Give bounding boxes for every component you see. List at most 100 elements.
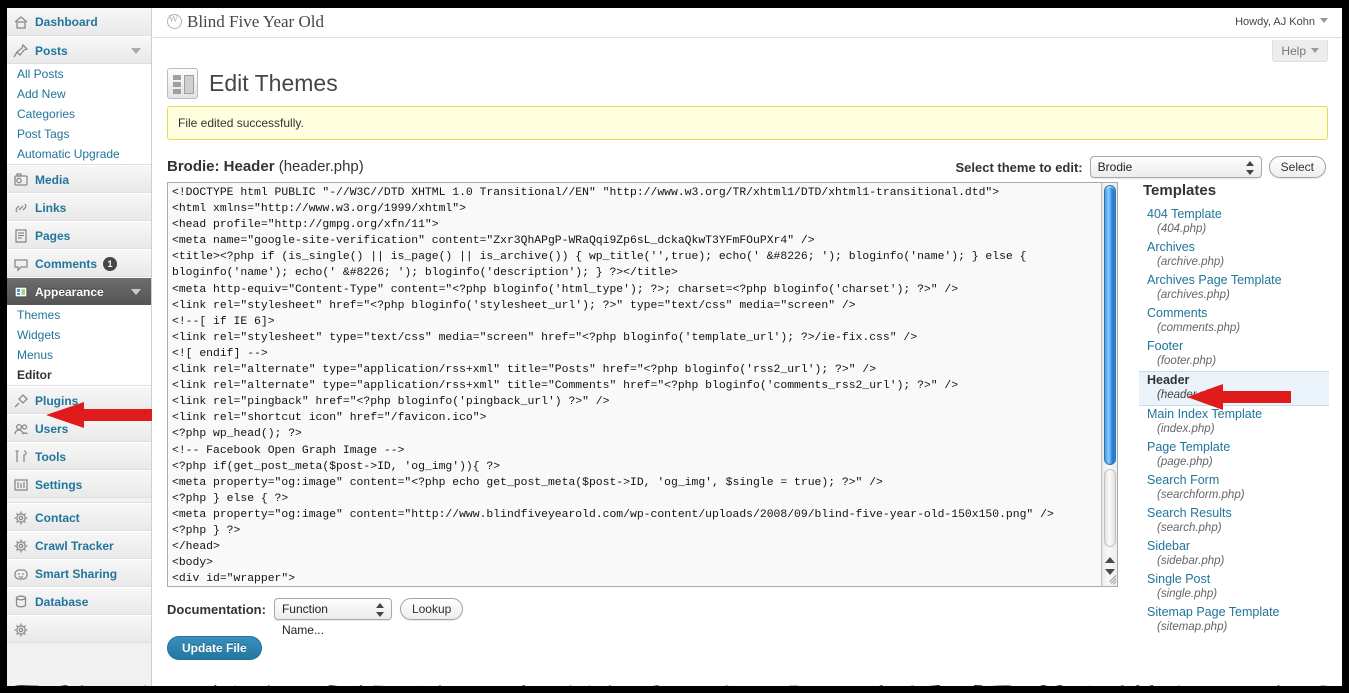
resize-grip-icon[interactable] <box>1103 572 1116 585</box>
template-file: (footer.php) <box>1147 354 1325 369</box>
sidebar-item-posts[interactable]: Posts <box>7 36 151 64</box>
wp-admin-page: Dashboard Posts All Posts Add New Categories… <box>7 8 1342 686</box>
template-item-footer[interactable]: Footer (footer.php) <box>1139 338 1329 371</box>
template-name: Single Post <box>1147 572 1325 587</box>
screenshot-frame: Dashboard Posts All Posts Add New Categories… <box>0 0 1349 693</box>
chevron-down-icon <box>131 48 141 54</box>
sidebar-item-settings[interactable]: Settings <box>7 470 151 498</box>
update-file-button[interactable]: Update File <box>167 636 262 660</box>
sidebar-item-appearance[interactable]: Appearance <box>7 277 151 305</box>
current-file-name: (header.php) <box>279 158 364 175</box>
sidebar-item-links[interactable]: Links <box>7 193 151 221</box>
sidebar-item-media[interactable]: Media <box>7 165 151 193</box>
sidebar-item-label: Settings <box>35 478 82 492</box>
template-file: (page.php) <box>1147 455 1325 470</box>
template-item-404-template[interactable]: 404 Template (404.php) <box>1139 206 1329 239</box>
template-item-main-index-template[interactable]: Main Index Template (index.php) <box>1139 406 1329 439</box>
sidebar-item-categories[interactable]: Categories <box>7 104 151 124</box>
template-item-search-results[interactable]: Search Results (search.php) <box>1139 505 1329 538</box>
template-name: Footer <box>1147 339 1325 354</box>
template-item-comments[interactable]: Comments (comments.php) <box>1139 305 1329 338</box>
scroll-up-arrow-icon[interactable] <box>1105 557 1115 563</box>
template-file: (archive.php) <box>1147 255 1325 270</box>
comment-icon <box>13 256 29 272</box>
chevron-down-icon <box>1320 18 1328 23</box>
media-icon <box>13 172 29 188</box>
template-item-single-post[interactable]: Single Post (single.php) <box>1139 571 1329 604</box>
scrollbar-track[interactable] <box>1104 469 1116 547</box>
sidebar-item-tools[interactable]: Tools <box>7 442 151 470</box>
editor-vertical-scrollbar[interactable] <box>1101 183 1117 587</box>
sidebar-item-dashboard[interactable]: Dashboard <box>7 8 151 36</box>
template-name: Page Template <box>1147 440 1325 455</box>
template-item-sitemap-page-template[interactable]: Sitemap Page Template (sitemap.php) <box>1139 604 1329 637</box>
sidebar-item-themes[interactable]: Themes <box>7 305 151 325</box>
theme-select-dropdown[interactable]: Brodie <box>1090 156 1262 178</box>
theme-select-label: Select theme to edit: <box>956 160 1083 175</box>
page-title: Edit Themes <box>167 66 1342 100</box>
code-editor-box[interactable]: <!DOCTYPE html PUBLIC "-//W3C//DTD XHTML… <box>167 182 1118 587</box>
sidebar-item-pages[interactable]: Pages <box>7 221 151 249</box>
template-file: (single.php) <box>1147 587 1325 602</box>
theme-selector-row: Select theme to edit: Brodie Select <box>956 156 1327 178</box>
template-item-archives-page-template[interactable]: Archives Page Template (archives.php) <box>1139 272 1329 305</box>
template-item-page-template[interactable]: Page Template (page.php) <box>1139 439 1329 472</box>
sidebar-item-automatic-upgrade[interactable]: Automatic Upgrade <box>7 144 151 164</box>
lookup-button[interactable]: Lookup <box>400 598 463 620</box>
template-name: Search Results <box>1147 506 1325 521</box>
plug-icon <box>13 393 29 409</box>
template-item-sidebar[interactable]: Sidebar (sidebar.php) <box>1139 538 1329 571</box>
gear-icon <box>13 622 29 638</box>
sidebar-item-all-posts[interactable]: All Posts <box>7 64 151 84</box>
chevron-down-icon <box>1311 48 1319 53</box>
sidebar-item-editor[interactable]: Editor <box>7 365 151 385</box>
sidebar-item-crawl-tracker[interactable]: Crawl Tracker <box>7 531 151 559</box>
documentation-select[interactable]: Function Name... <box>274 598 392 620</box>
sidebar-item-database[interactable]: Database <box>7 587 151 615</box>
status-message: File edited successfully. <box>167 106 1328 140</box>
template-name: Comments <box>1147 306 1325 321</box>
sidebar-item-smart-sharing[interactable]: Smart Sharing <box>7 559 151 587</box>
template-file: (archives.php) <box>1147 288 1325 303</box>
comments-count-badge: 1 <box>103 257 117 271</box>
code-editor-content[interactable]: <!DOCTYPE html PUBLIC "-//W3C//DTD XHTML… <box>172 185 1118 587</box>
dashboard-icon <box>13 14 29 30</box>
current-file-label: Brodie: Header (header.php) <box>167 158 364 175</box>
sidebar-item-add-new[interactable]: Add New <box>7 84 151 104</box>
template-name: Main Index Template <box>1147 407 1325 422</box>
sidebar-item-users[interactable]: Users <box>7 414 151 442</box>
template-name: Header <box>1147 373 1325 388</box>
sidebar-item-label: Links <box>35 201 66 215</box>
sidebar-item-label: Media <box>35 173 69 187</box>
sidebar-item-plugins[interactable]: Plugins <box>7 386 151 414</box>
sidebar-item-label: Plugins <box>35 394 78 408</box>
sidebar-item-contact[interactable]: Contact <box>7 503 151 531</box>
submenu: Themes Widgets Menus Editor <box>7 305 151 386</box>
select-theme-button[interactable]: Select <box>1269 156 1326 178</box>
template-name: Sitemap Page Template <box>1147 605 1325 620</box>
help-bar: Help <box>153 38 1342 66</box>
sidebar-item-post-tags[interactable]: Post Tags <box>7 124 151 144</box>
appearance-icon <box>13 284 29 300</box>
sidebar-item-partial[interactable] <box>7 615 151 643</box>
sidebar-item-widgets[interactable]: Widgets <box>7 325 151 345</box>
documentation-row: Documentation: Function Name... Lookup <box>167 598 463 620</box>
template-name: 404 Template <box>1147 207 1325 222</box>
template-file: (index.php) <box>1147 422 1325 437</box>
templates-heading: Templates <box>1143 182 1329 199</box>
sidebar-item-menus[interactable]: Menus <box>7 345 151 365</box>
help-button[interactable]: Help <box>1272 40 1328 62</box>
template-file: (sidebar.php) <box>1147 554 1325 569</box>
user-greeting-menu[interactable]: Howdy, AJ Kohn <box>1235 16 1328 28</box>
template-item-archives[interactable]: Archives (archive.php) <box>1139 239 1329 272</box>
sidebar-item-comments[interactable]: Comments 1 <box>7 249 151 277</box>
scrollbar-thumb[interactable] <box>1104 185 1116 465</box>
sidebar-item-label: Crawl Tracker <box>35 539 114 553</box>
main-content: Blind Five Year Old Howdy, AJ Kohn Help … <box>153 8 1342 686</box>
gear-icon <box>13 538 29 554</box>
template-file: (404.php) <box>1147 222 1325 237</box>
templates-sidebar: Templates 404 Template (404.php) Archives (… <box>1139 182 1329 637</box>
template-item-header[interactable]: Header (header.php) <box>1139 371 1329 406</box>
site-title[interactable]: Blind Five Year Old <box>167 12 324 32</box>
template-item-search-form[interactable]: Search Form (searchform.php) <box>1139 472 1329 505</box>
